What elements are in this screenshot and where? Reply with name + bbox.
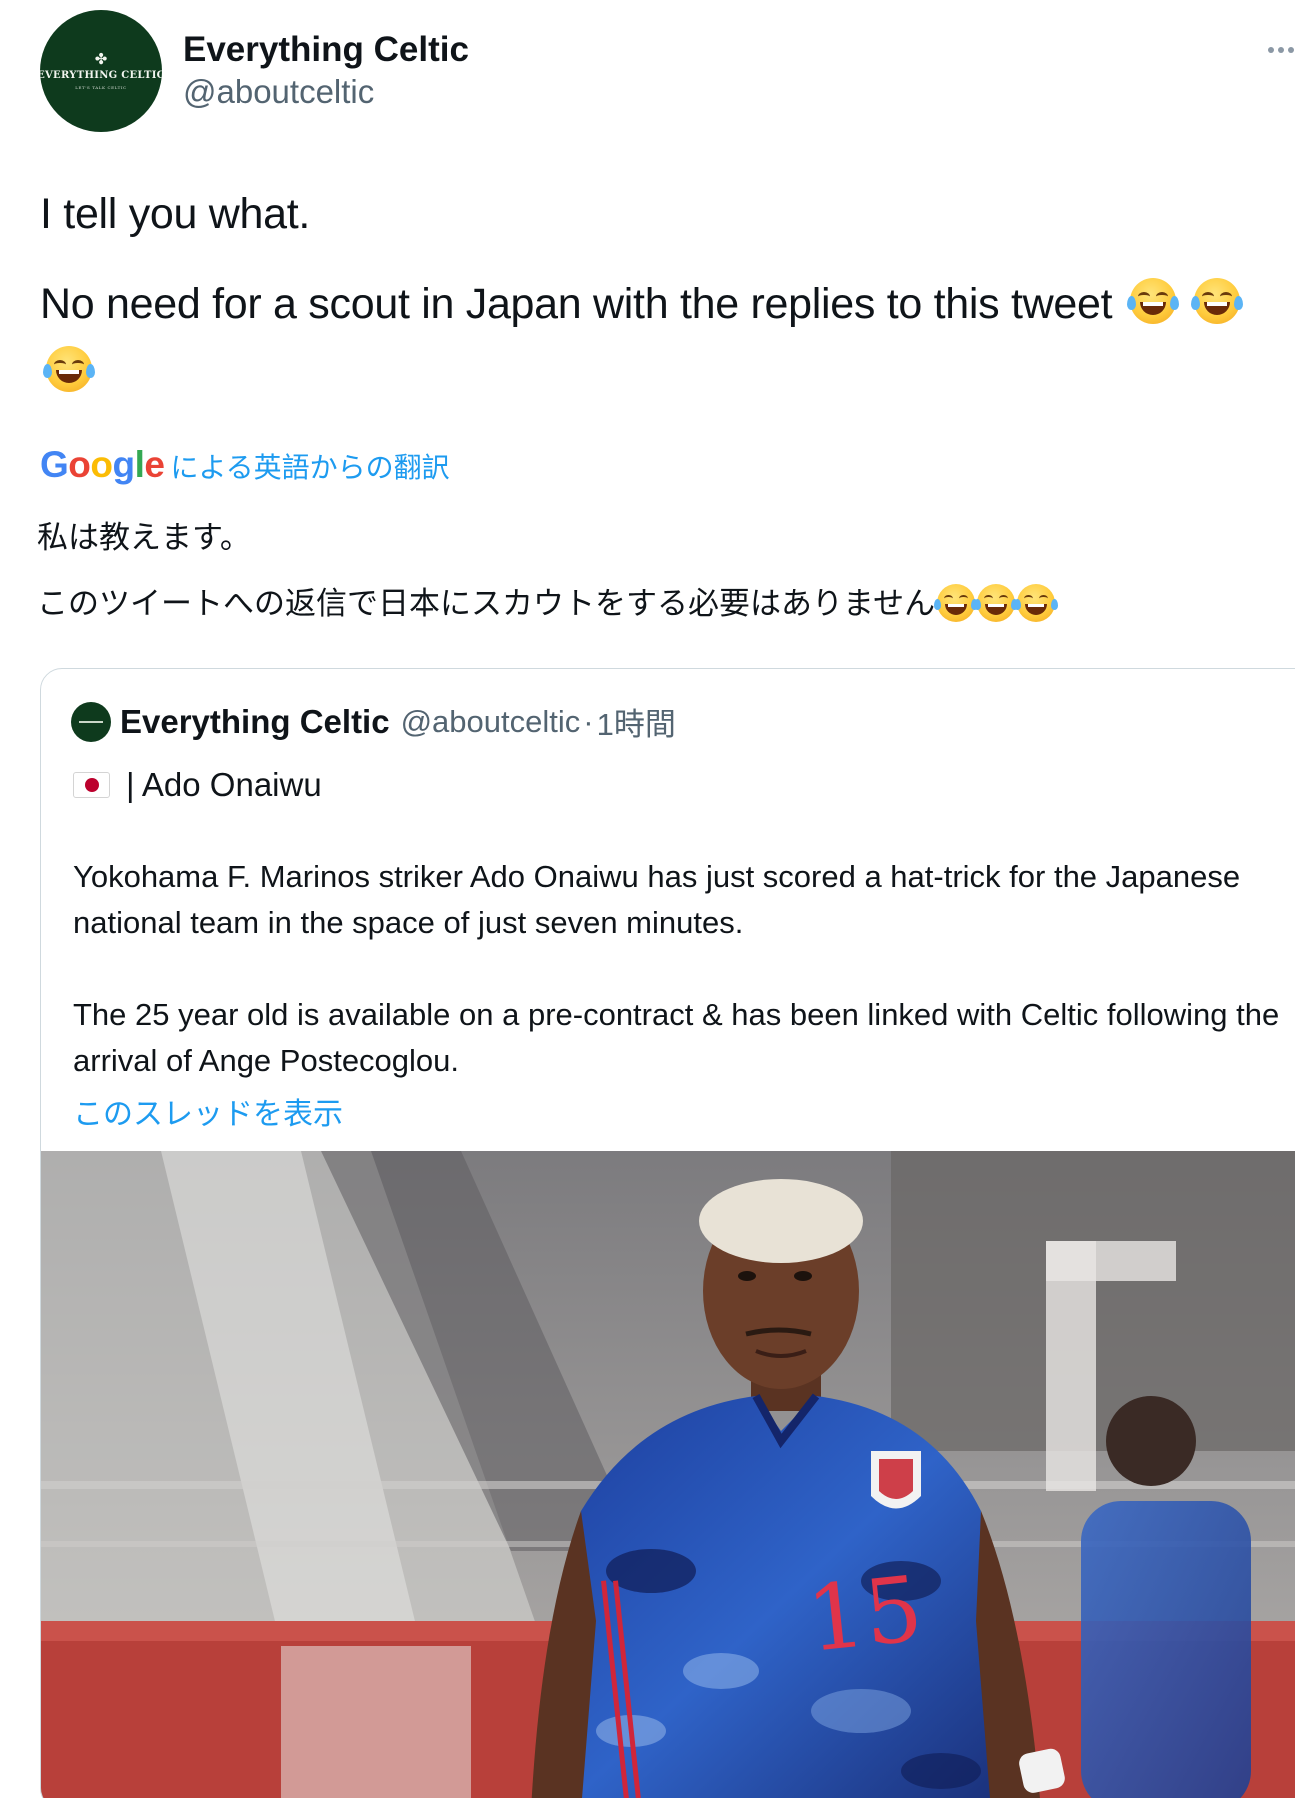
- tweet-page: ✤ EVERYTHING CELTIC LET'S TALK CELTIC Ev…: [0, 0, 1295, 1798]
- avatar-subtitle: LET'S TALK CELTIC: [75, 85, 127, 90]
- shamrock-icon: ✤: [94, 51, 108, 68]
- more-horizontal-icon[interactable]: [1268, 38, 1295, 62]
- face-with-tears-of-joy-icon: [1190, 278, 1243, 324]
- google-logo: Google: [40, 444, 165, 485]
- author-handle[interactable]: @aboutceltic: [183, 71, 374, 113]
- author-avatar[interactable]: ✤ EVERYTHING CELTIC LET'S TALK CELTIC: [40, 10, 162, 132]
- tweet-text-line-1: I tell you what.: [40, 190, 311, 238]
- face-with-tears-of-joy-icon: [1014, 584, 1059, 622]
- face-with-tears-of-joy-icon: [1126, 278, 1179, 324]
- quoted-author-avatar: [71, 701, 111, 742]
- jersey-number: 15: [802, 1556, 927, 1672]
- author-display-name[interactable]: Everything Celtic: [183, 28, 469, 72]
- quoted-headline: | Ado Onaiwu: [73, 763, 322, 807]
- quoted-separator: ·: [583, 703, 594, 739]
- translation-link[interactable]: による英語からの翻訳: [170, 446, 449, 486]
- translation-attribution[interactable]: Google による英語からの翻訳: [40, 441, 450, 489]
- quoted-tweet-header: Everything Celtic @aboutceltic · 1時間: [71, 699, 676, 744]
- translated-text-line-1: 私は教えます。: [37, 520, 251, 555]
- quoted-timestamp: 1時間: [596, 707, 676, 742]
- japan-flag-icon: [73, 772, 110, 798]
- quoted-tweet-card[interactable]: Everything Celtic @aboutceltic · 1時間 | A…: [40, 668, 1295, 1798]
- translated-text-line-2: このツイートへの返信で日本にスカウトをする必要はありません: [37, 581, 1059, 627]
- quoted-tweet-photo[interactable]: 15: [41, 1151, 1295, 1798]
- tweet-text-line-2-text: No need for a scout in Japan with the re…: [40, 280, 1113, 328]
- quoted-author-display-name: Everything Celtic: [120, 702, 390, 740]
- player-photo-illustration: 15: [41, 1151, 1295, 1798]
- show-thread-link[interactable]: このスレッドを表示: [73, 1093, 343, 1137]
- quoted-author-handle: @aboutceltic: [400, 703, 581, 739]
- translated-text-line-2-text: このツイートへの返信で日本にスカウトをする必要はありません: [37, 586, 936, 621]
- quoted-paragraph-1: Yokohama F. Marinos striker Ado Onaiwu h…: [73, 859, 1241, 940]
- face-with-tears-of-joy-icon: [43, 346, 95, 392]
- face-with-tears-of-joy-icon: [974, 584, 1019, 622]
- face-with-tears-of-joy-icon: [934, 584, 979, 622]
- tweet-text-line-2: No need for a scout in Japan with the re…: [40, 270, 1295, 406]
- quoted-headline-text: | Ado Onaiwu: [126, 766, 322, 803]
- quoted-paragraph-2: The 25 year old is available on a pre-co…: [73, 997, 1280, 1078]
- avatar-title: EVERYTHING CELTIC: [40, 70, 162, 81]
